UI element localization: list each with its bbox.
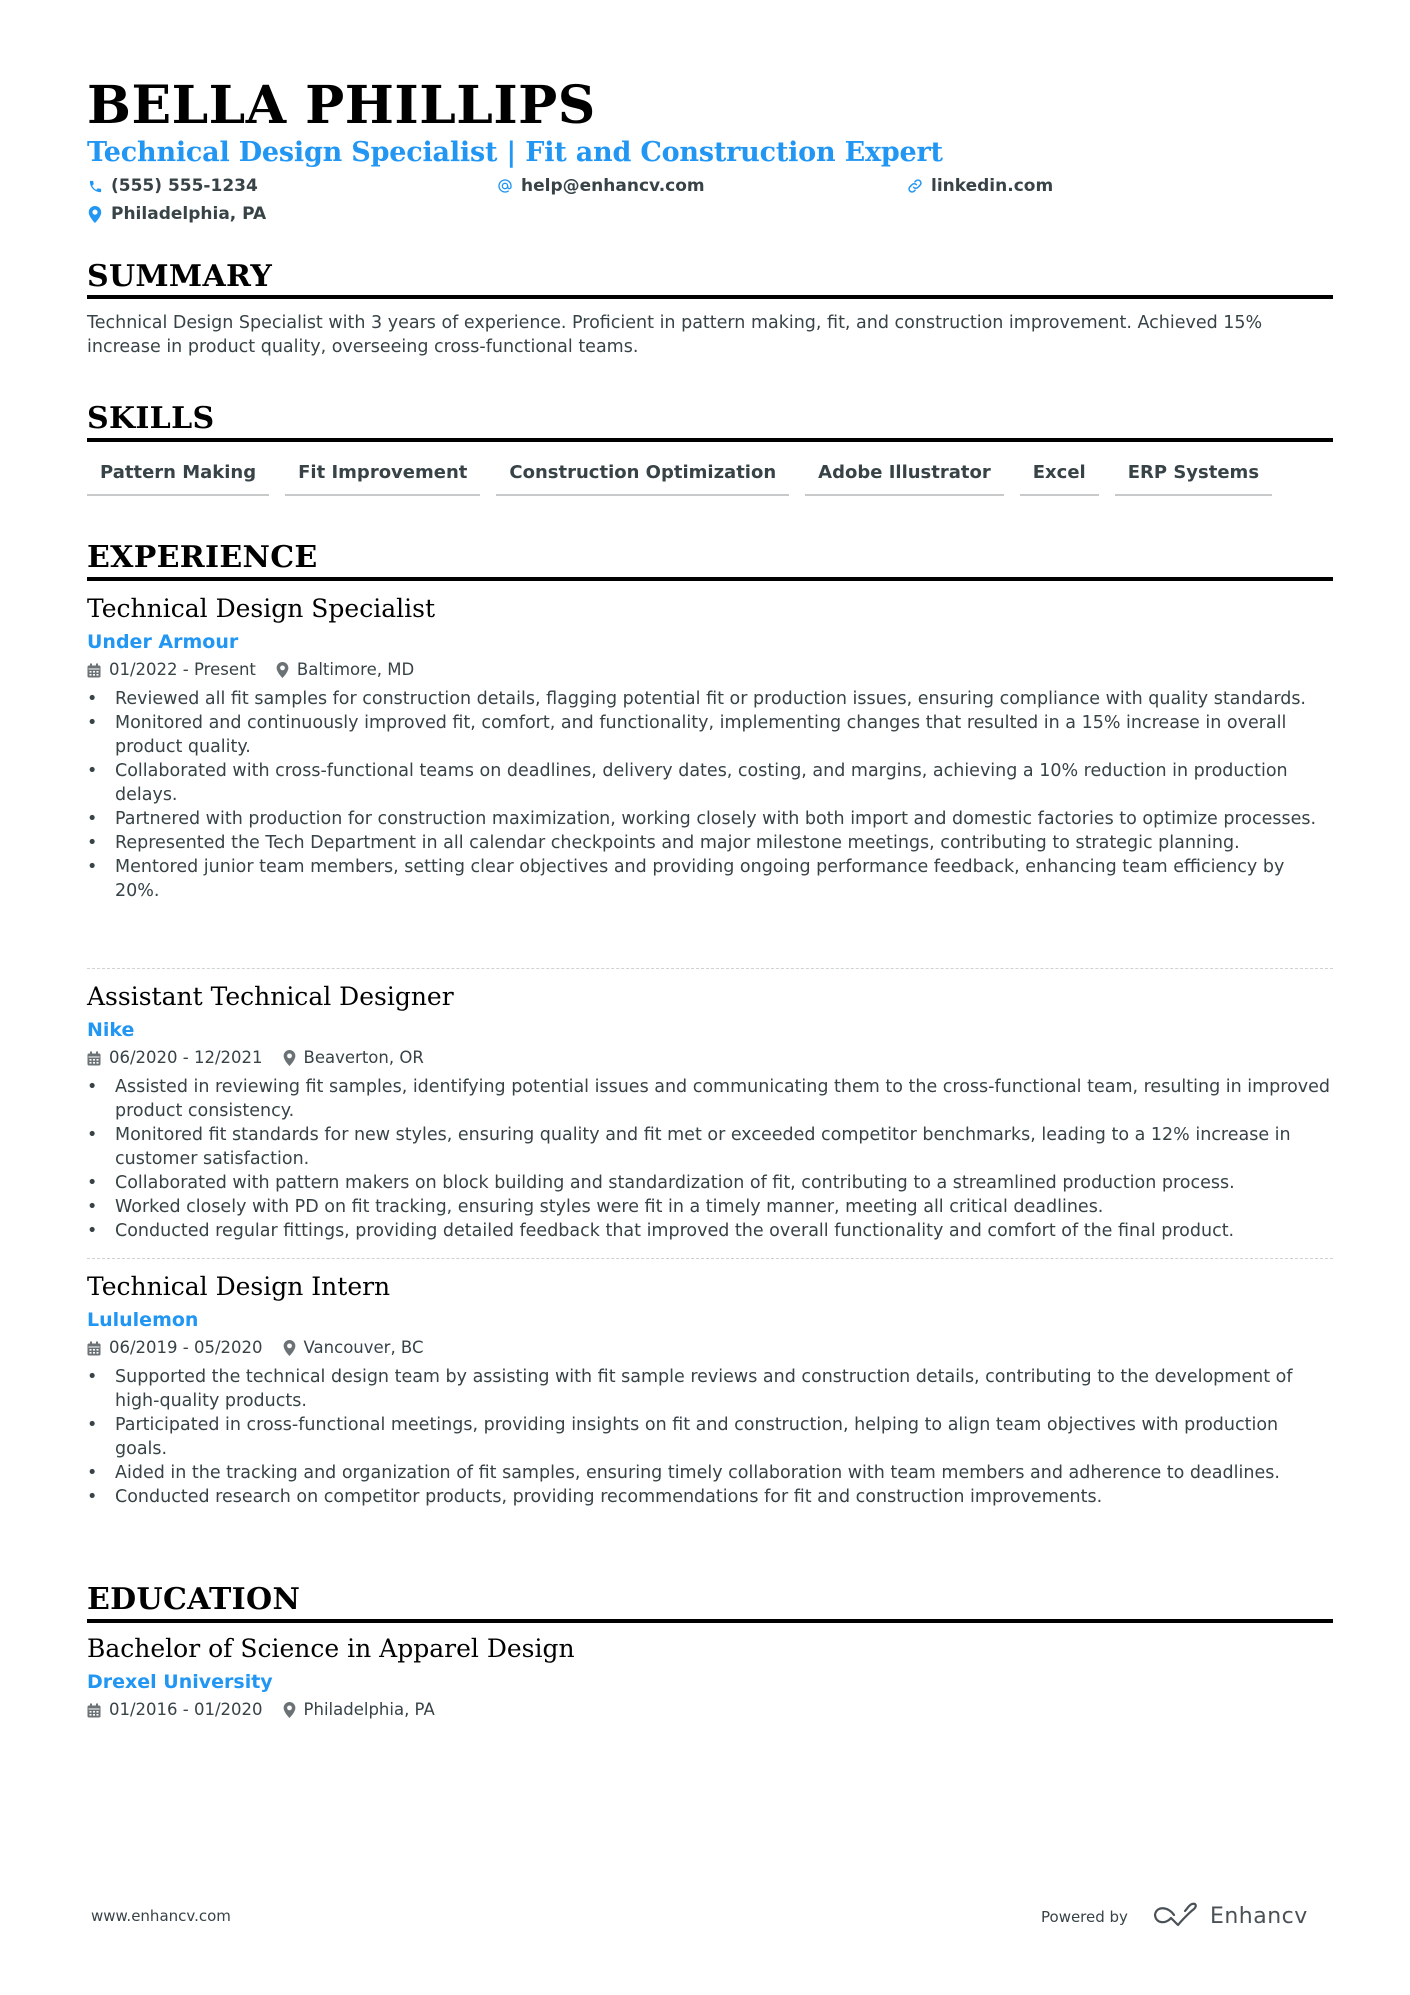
company-name: Under Armour — [87, 631, 239, 653]
experience-entry: Assistant Technical Designer Nike 06/202… — [87, 980, 1333, 1243]
bullet-item: Mentored junior team members, setting cl… — [87, 855, 1333, 903]
section-rule — [87, 295, 1333, 299]
school-name: Drexel University — [87, 1671, 273, 1693]
section-title-summary: SUMMARY — [87, 259, 273, 294]
skill-chip: Fit Improvement — [285, 460, 481, 496]
location-pin-icon — [283, 1340, 296, 1356]
contact-location: Philadelphia, PA — [87, 202, 497, 226]
section-rule — [87, 577, 1333, 581]
job-location: Beaverton, OR — [283, 1046, 424, 1070]
bullet-item: Monitored fit standards for new styles, … — [87, 1123, 1333, 1171]
entry-separator — [87, 968, 1333, 969]
phone-number: (555) 555-1234 — [111, 176, 258, 196]
location-pin-icon — [283, 1050, 296, 1066]
link-icon — [907, 177, 923, 195]
job-title: Technical Design Specialist — [87, 594, 435, 623]
bullet-item: Aided in the tracking and organization o… — [87, 1461, 1333, 1485]
skill-chip: ERP Systems — [1114, 460, 1273, 496]
bullet-item: Represented the Tech Department in all c… — [87, 831, 1333, 855]
section-title-experience: EXPERIENCE — [87, 540, 318, 575]
education-meta: 01/2016 - 01/2020 Philadelphia, PA — [87, 1698, 1333, 1722]
contact-phone: (555) 555-1234 — [87, 174, 497, 198]
calendar-icon — [87, 1341, 101, 1356]
job-bullets: Supported the technical design team by a… — [87, 1365, 1333, 1509]
job-location: Baltimore, MD — [276, 658, 414, 682]
candidate-headline: Technical Design Specialist | Fit and Co… — [87, 137, 943, 168]
calendar-icon — [87, 1051, 101, 1066]
job-meta: 01/2022 - Present Baltimore, MD — [87, 658, 1333, 682]
job-title: Assistant Technical Designer — [87, 982, 454, 1011]
location-text: Baltimore, MD — [296, 660, 415, 679]
bullet-item: Collaborated with pattern makers on bloc… — [87, 1171, 1333, 1195]
education-location: Philadelphia, PA — [283, 1698, 435, 1722]
location-text: Vancouver, BC — [303, 1338, 424, 1357]
candidate-name: BELLA PHILLIPS — [87, 75, 596, 136]
bullet-item: Collaborated with cross-functional teams… — [87, 759, 1333, 807]
degree-title: Bachelor of Science in Apparel Design — [87, 1634, 575, 1663]
job-title: Technical Design Intern — [87, 1272, 391, 1301]
section-title-skills: SKILLS — [87, 401, 215, 436]
footer-branding: Powered by Enhancv — [1041, 1902, 1308, 1932]
bullet-item: Conducted regular fittings, providing de… — [87, 1219, 1333, 1243]
enhancv-brand[interactable]: Enhancv — [1152, 1902, 1308, 1932]
location-text: Philadelphia, PA — [111, 204, 267, 224]
bullet-item: Monitored and continuously improved fit,… — [87, 711, 1333, 759]
linkedin-link[interactable]: linkedin.com — [931, 174, 1053, 198]
bullet-item: Assisted in reviewing fit samples, ident… — [87, 1075, 1333, 1123]
entry-separator — [87, 1258, 1333, 1259]
dates-text: 01/2016 - 01/2020 — [109, 1700, 263, 1719]
contact-linkedin[interactable]: linkedin.com — [907, 174, 1317, 198]
job-dates: 06/2019 - 05/2020 — [87, 1336, 263, 1360]
location-pin-icon — [276, 662, 289, 678]
calendar-icon — [87, 663, 101, 678]
job-dates: 06/2020 - 12/2021 — [87, 1046, 263, 1070]
company-name: Nike — [87, 1019, 135, 1041]
skill-chip: Pattern Making — [87, 460, 270, 496]
footer-website[interactable]: www.enhancv.com — [91, 1906, 231, 1926]
company-name: Lululemon — [87, 1309, 199, 1331]
bullet-item: Supported the technical design team by a… — [87, 1365, 1333, 1413]
contact-email[interactable]: help@enhancv.com — [497, 174, 907, 198]
job-bullets: Assisted in reviewing fit samples, ident… — [87, 1075, 1333, 1243]
calendar-icon — [87, 1703, 101, 1718]
dates-text: 06/2019 - 05/2020 — [109, 1338, 263, 1357]
at-icon — [497, 177, 513, 195]
powered-by-label: Powered by — [1041, 1908, 1128, 1926]
job-bullets: Reviewed all fit samples for constructio… — [87, 687, 1333, 903]
bullet-item: Participated in cross-functional meeting… — [87, 1413, 1333, 1461]
section-title-education: EDUCATION — [87, 1582, 301, 1617]
location-pin-icon — [283, 1702, 296, 1718]
summary-text: Technical Design Specialist with 3 years… — [87, 313, 1263, 357]
skills-list: Pattern Making Fit Improvement Construct… — [87, 460, 1273, 496]
location-pin-icon — [87, 205, 103, 223]
location-text: Beaverton, OR — [303, 1048, 424, 1067]
phone-icon — [87, 177, 103, 195]
skill-chip: Construction Optimization — [496, 460, 790, 496]
dates-text: 06/2020 - 12/2021 — [109, 1048, 263, 1067]
bullet-item: Conducted research on competitor product… — [87, 1485, 1333, 1509]
bullet-item: Worked closely with PD on fit tracking, … — [87, 1195, 1333, 1219]
experience-entry: Technical Design Specialist Under Armour… — [87, 592, 1333, 903]
experience-entry: Technical Design Intern Lululemon 06/201… — [87, 1270, 1333, 1509]
skill-chip: Excel — [1019, 460, 1099, 496]
bullet-item: Partnered with production for constructi… — [87, 807, 1333, 831]
section-rule — [87, 438, 1333, 442]
contact-info: (555) 555-1234 help@enhancv.com linkedin… — [87, 174, 1333, 226]
section-rule — [87, 1619, 1333, 1623]
dates-text: 01/2022 - Present — [109, 660, 256, 679]
bullet-item: Reviewed all fit samples for constructio… — [87, 687, 1333, 711]
brand-name: Enhancv — [1209, 1904, 1308, 1929]
job-dates: 01/2022 - Present — [87, 658, 256, 682]
education-entry: Bachelor of Science in Apparel Design Dr… — [87, 1632, 1333, 1722]
job-meta: 06/2020 - 12/2021 Beaverton, OR — [87, 1046, 1333, 1070]
location-text: Philadelphia, PA — [303, 1700, 435, 1719]
enhancv-logo-icon — [1152, 1902, 1200, 1932]
job-meta: 06/2019 - 05/2020 Vancouver, BC — [87, 1336, 1333, 1360]
email-link[interactable]: help@enhancv.com — [521, 174, 705, 198]
education-dates: 01/2016 - 01/2020 — [87, 1698, 263, 1722]
job-location: Vancouver, BC — [283, 1336, 424, 1360]
skill-chip: Adobe Illustrator — [805, 460, 1004, 496]
